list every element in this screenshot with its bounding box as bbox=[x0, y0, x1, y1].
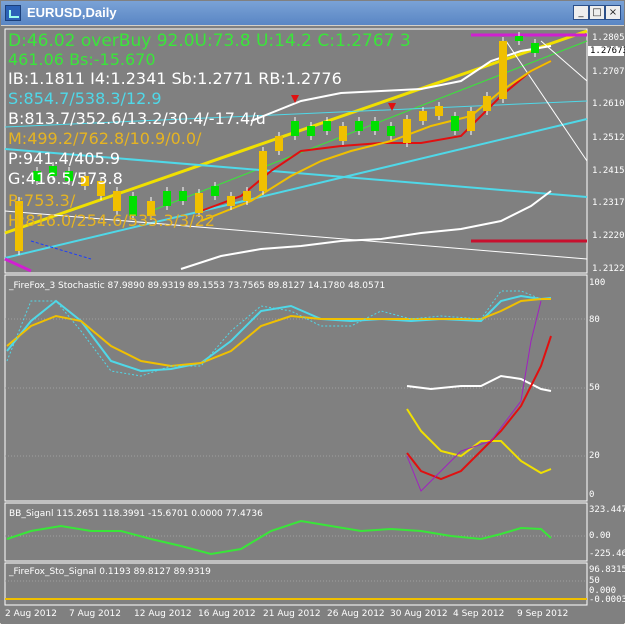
bear-candle bbox=[259, 151, 267, 191]
stoch-scale-0: 0 bbox=[589, 490, 595, 500]
bear-candle bbox=[113, 191, 121, 211]
yellow-signal-line bbox=[406, 408, 552, 475]
bear-candle bbox=[275, 136, 283, 151]
sto-signal-scale-max: 96.8315 bbox=[589, 565, 625, 575]
bear-candle bbox=[483, 96, 491, 111]
bear-candle bbox=[499, 41, 507, 99]
info-line: M:499.2/762.8/10.9/0.0/ bbox=[8, 129, 202, 148]
bull-candle bbox=[291, 121, 299, 136]
date-label: 30 Aug 2012 bbox=[390, 609, 448, 619]
stoch-panel-title: _FireFox_3 Stochastic 87.9890 89.9319 89… bbox=[9, 281, 386, 291]
price-scale-label: 1.27075 bbox=[592, 67, 625, 77]
price-scale-label: 1.21225 bbox=[592, 264, 625, 274]
stoch-dashed-line bbox=[6, 290, 542, 377]
current-price-label: 1.27673 bbox=[588, 46, 625, 56]
bull-candle bbox=[451, 116, 459, 131]
stoch-scale-50: 50 bbox=[589, 383, 600, 393]
date-label: 9 Sep 2012 bbox=[517, 609, 569, 619]
bb-scale-max: 323.447 bbox=[589, 505, 625, 515]
bull-candle bbox=[531, 43, 539, 53]
price-scale-label: 1.28050 bbox=[592, 33, 625, 43]
bb-signal-line bbox=[6, 519, 552, 556]
info-line: G:416.5/573.8 bbox=[8, 169, 123, 188]
date-label: 4 Sep 2012 bbox=[453, 609, 505, 619]
magenta-bottom-line bbox=[4, 257, 32, 273]
white-fan-line bbox=[505, 40, 588, 162]
bull-candle bbox=[323, 121, 331, 131]
bb-panel-title: BB_Siganl 115.2651 118.3991 -15.6701 0.0… bbox=[9, 509, 263, 519]
chart-window: EURUSD,Daily _ □ × D:46.02 overBuy 92.0U… bbox=[0, 0, 625, 624]
date-label: 16 Aug 2012 bbox=[198, 609, 256, 619]
bear-candle bbox=[195, 193, 203, 213]
price-scale-label: 1.23175 bbox=[592, 198, 625, 208]
stoch-scale-100: 100 bbox=[589, 278, 606, 288]
info-line: 461.06 Bs:-15.670 bbox=[8, 50, 156, 69]
date-label: 12 Aug 2012 bbox=[134, 609, 192, 619]
bull-candle bbox=[179, 191, 187, 201]
bear-candle bbox=[243, 191, 251, 201]
bear-candle bbox=[339, 126, 347, 141]
price-scale-label: 1.22200 bbox=[592, 231, 625, 241]
info-line: S:854.7/538.3/12.9 bbox=[8, 89, 162, 108]
info-line: B:813.7/352.6/13.2/30.4/-17.4/u bbox=[8, 109, 266, 128]
bb-scale-min: -225.460 bbox=[589, 549, 625, 559]
bull-candle bbox=[515, 36, 523, 41]
stoch-scale-20: 20 bbox=[589, 451, 600, 461]
red-signal-line bbox=[406, 335, 552, 481]
bb-scale-zero: 0.00 bbox=[589, 531, 611, 541]
sto-signal-scale-50: 50 bbox=[589, 576, 600, 586]
bull-candle bbox=[371, 121, 379, 131]
bear-candle bbox=[419, 111, 427, 121]
date-label: 26 Aug 2012 bbox=[327, 609, 385, 619]
bull-candle bbox=[307, 126, 315, 136]
info-line: R:753.3/ bbox=[8, 191, 76, 210]
stoch-scale-80: 80 bbox=[589, 315, 600, 325]
bull-candle bbox=[355, 121, 363, 131]
info-line: D:46.02 overBuy 92.0U:73.8 U:14.2 C:1.27… bbox=[8, 31, 411, 51]
bull-candle bbox=[387, 126, 395, 136]
price-scale-label: 1.25125 bbox=[592, 133, 625, 143]
bear-candle bbox=[435, 106, 443, 116]
stoch-main-line bbox=[6, 294, 552, 373]
bear-candle bbox=[467, 111, 475, 131]
sto-signal-panel-title: _FireFox_Sto_Signal 0.1193 89.8127 89.93… bbox=[9, 567, 211, 577]
info-line: P:941.4/405.9 bbox=[8, 149, 121, 168]
date-label: 2 Aug 2012 bbox=[5, 609, 57, 619]
sto-signal-scale-min: -0.000357 bbox=[589, 595, 625, 605]
price-scale-label: 1.24150 bbox=[592, 166, 625, 176]
bear-candle bbox=[227, 196, 235, 206]
info-line: IB:1.1811 I4:1.2341 Sb:1.2771 RB:1.2776 bbox=[8, 69, 342, 88]
purple-signal-line bbox=[406, 300, 542, 492]
bull-candle bbox=[211, 186, 219, 196]
price-scale-label: 1.26100 bbox=[592, 99, 625, 109]
info-line: H:816.0/254.6/535.3/3/22 bbox=[8, 211, 215, 230]
bull-candle bbox=[163, 191, 171, 206]
date-label: 21 Aug 2012 bbox=[263, 609, 321, 619]
date-label: 7 Aug 2012 bbox=[69, 609, 121, 619]
bear-candle bbox=[403, 119, 411, 143]
